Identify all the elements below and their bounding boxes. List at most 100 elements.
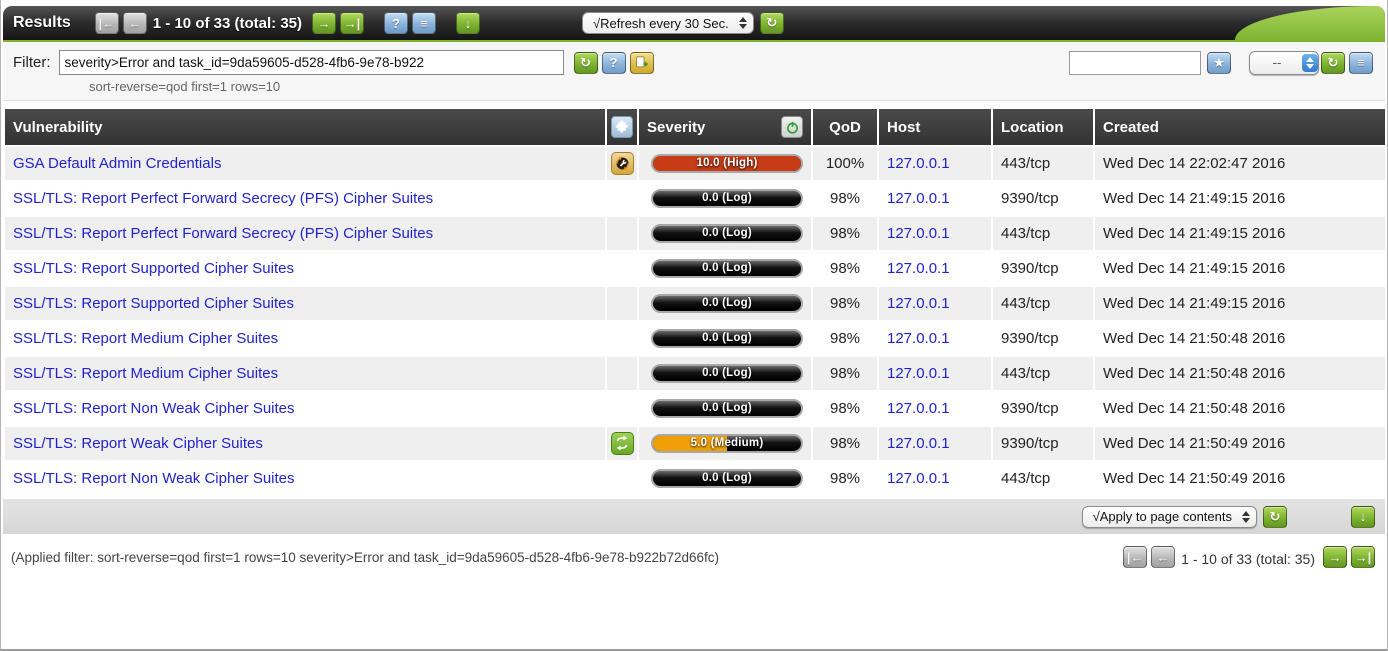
severity-bar: 0.0 (Log) [651,294,803,313]
result-row: SSL/TLS: Report Non Weak Cipher Suites 0… [5,392,1385,425]
column-header-vulnerability[interactable]: Vulnerability [5,109,605,145]
result-row: SSL/TLS: Report Weak Cipher Suites 5.0 (… [5,427,1385,460]
host-link[interactable]: 127.0.0.1 [887,225,950,242]
location-value: 443/tcp [993,357,1093,390]
help-icon[interactable]: ? [384,12,408,34]
vulnerability-link[interactable]: SSL/TLS: Report Supported Cipher Suites [13,295,294,312]
result-row: SSL/TLS: Report Perfect Forward Secrecy … [5,217,1385,250]
host-link[interactable]: 127.0.0.1 [887,155,950,172]
result-row: SSL/TLS: Report Non Weak Cipher Suites 0… [5,462,1385,495]
new-page-plus-icon [634,55,649,70]
next-page-button[interactable]: → [1323,546,1347,568]
qod-value: 98% [813,427,877,460]
result-row: SSL/TLS: Report Medium Cipher Suites 0.0… [5,357,1385,390]
severity-bar-label: 0.0 (Log) [653,401,801,416]
results-tbody: GSA Default Admin Credentials 10.0 (High… [5,147,1385,495]
pagination-range: 1 - 10 of 33 (total: 35) [153,15,302,32]
bulk-action-select[interactable]: √Apply to page contents [1082,506,1257,528]
created-value: Wed Dec 14 21:49:15 2016 [1095,252,1385,285]
severity-bar: 0.0 (Log) [651,364,803,383]
list-view-icon[interactable]: ≡ [412,12,436,34]
footer-pagination: |← ← 1 - 10 of 33 (total: 35) → →| [1121,546,1377,568]
column-header-solution-type[interactable] [607,109,637,145]
severity-bar-label: 0.0 (Log) [653,261,801,276]
last-page-button[interactable]: →| [340,12,364,34]
location-value: 9390/tcp [993,182,1093,215]
update-filter-icon[interactable]: ↻ [574,52,598,74]
column-header-host[interactable]: Host [879,109,991,145]
column-header-location[interactable]: Location [993,109,1093,145]
vulnerability-link[interactable]: SSL/TLS: Report Perfect Forward Secrecy … [13,190,433,207]
created-value: Wed Dec 14 21:50:49 2016 [1095,427,1385,460]
bulk-refresh-icon[interactable]: ↻ [1263,506,1287,528]
qod-value: 98% [813,392,877,425]
host-link[interactable]: 127.0.0.1 [887,295,950,312]
severity-bar-label: 10.0 (High) [653,156,801,171]
severity-bar-label: 0.0 (Log) [653,366,801,381]
first-page-button[interactable]: |← [1123,546,1147,568]
result-row: SSL/TLS: Report Perfect Forward Secrecy … [5,182,1385,215]
severity-override-power-icon[interactable] [781,116,803,138]
qod-value: 98% [813,252,877,285]
location-value: 9390/tcp [993,322,1093,355]
column-header-qod[interactable]: QoD [813,109,877,145]
bulk-action-bar: √Apply to page contents ↻ ↓ [3,499,1385,534]
header-bar: Results |← ← 1 - 10 of 33 (total: 35) → … [3,6,1385,42]
download-icon[interactable]: ↓ [456,12,480,34]
filter-help-icon[interactable]: ? [602,52,626,74]
bookmark-star-icon[interactable]: ★ [1207,52,1231,74]
refresh-interval-value: √Refresh every 30 Sec. [593,16,729,31]
result-row: SSL/TLS: Report Supported Cipher Suites … [5,287,1385,320]
next-page-button[interactable]: → [312,12,336,34]
prev-page-button[interactable]: ← [1151,546,1175,568]
vulnerability-link[interactable]: SSL/TLS: Report Non Weak Cipher Suites [13,470,295,487]
refresh-interval-select[interactable]: √Refresh every 30 Sec. [582,12,754,34]
vulnerability-link[interactable]: SSL/TLS: Report Medium Cipher Suites [13,330,278,347]
vulnerability-link[interactable]: SSL/TLS: Report Medium Cipher Suites [13,365,278,382]
host-link[interactable]: 127.0.0.1 [887,365,950,382]
vulnerability-link[interactable]: GSA Default Admin Credentials [13,155,221,172]
severity-bar-label: 0.0 (Log) [653,471,801,486]
last-page-button[interactable]: →| [1351,546,1375,568]
severity-bar-label: 0.0 (Log) [653,296,801,311]
prev-page-button[interactable]: ← [123,12,147,34]
vulnerability-link[interactable]: SSL/TLS: Report Weak Cipher Suites [13,435,263,452]
filter-name-input[interactable] [1069,51,1201,75]
puzzle-icon [611,116,633,138]
bulk-download-icon[interactable]: ↓ [1351,506,1375,528]
first-page-button[interactable]: |← [95,12,119,34]
host-link[interactable]: 127.0.0.1 [887,470,950,487]
host-link[interactable]: 127.0.0.1 [887,435,950,452]
qod-value: 98% [813,322,877,355]
vulnerability-link[interactable]: SSL/TLS: Report Perfect Forward Secrecy … [13,225,433,242]
results-table: Vulnerability Severity QoD Host [3,107,1387,497]
host-link[interactable]: 127.0.0.1 [887,190,950,207]
vulnerability-link[interactable]: SSL/TLS: Report Supported Cipher Suites [13,260,294,277]
location-value: 9390/tcp [993,392,1093,425]
new-filter-icon[interactable] [630,52,654,74]
created-value: Wed Dec 14 21:50:48 2016 [1095,392,1385,425]
host-link[interactable]: 127.0.0.1 [887,260,950,277]
severity-bar-label: 0.0 (Log) [653,226,801,241]
filter-input[interactable] [59,50,564,75]
severity-bar: 0.0 (Log) [651,329,803,348]
apply-saved-filter-icon[interactable]: ↻ [1321,52,1345,74]
filter-list-icon[interactable]: ≡ [1349,52,1373,74]
result-row: SSL/TLS: Report Medium Cipher Suites 0.0… [5,322,1385,355]
host-link[interactable]: 127.0.0.1 [887,330,950,347]
green-swoosh-decoration [1235,6,1385,42]
vulnerability-link[interactable]: SSL/TLS: Report Non Weak Cipher Suites [13,400,295,417]
column-header-severity[interactable]: Severity [639,109,811,145]
location-value: 9390/tcp [993,427,1093,460]
result-row: SSL/TLS: Report Supported Cipher Suites … [5,252,1385,285]
host-link[interactable]: 127.0.0.1 [887,400,950,417]
refresh-now-icon[interactable]: ↻ [760,12,784,34]
qod-value: 100% [813,147,877,180]
created-value: Wed Dec 14 21:50:48 2016 [1095,357,1385,390]
pagination-range: 1 - 10 of 33 (total: 35) [1181,551,1315,567]
column-header-created[interactable]: Created [1095,109,1385,145]
location-value: 443/tcp [993,147,1093,180]
status-bar: (Applied filter: sort-reverse=qod first=… [3,546,1385,568]
created-value: Wed Dec 14 21:49:15 2016 [1095,217,1385,250]
saved-filter-select[interactable]: -- [1249,51,1319,75]
